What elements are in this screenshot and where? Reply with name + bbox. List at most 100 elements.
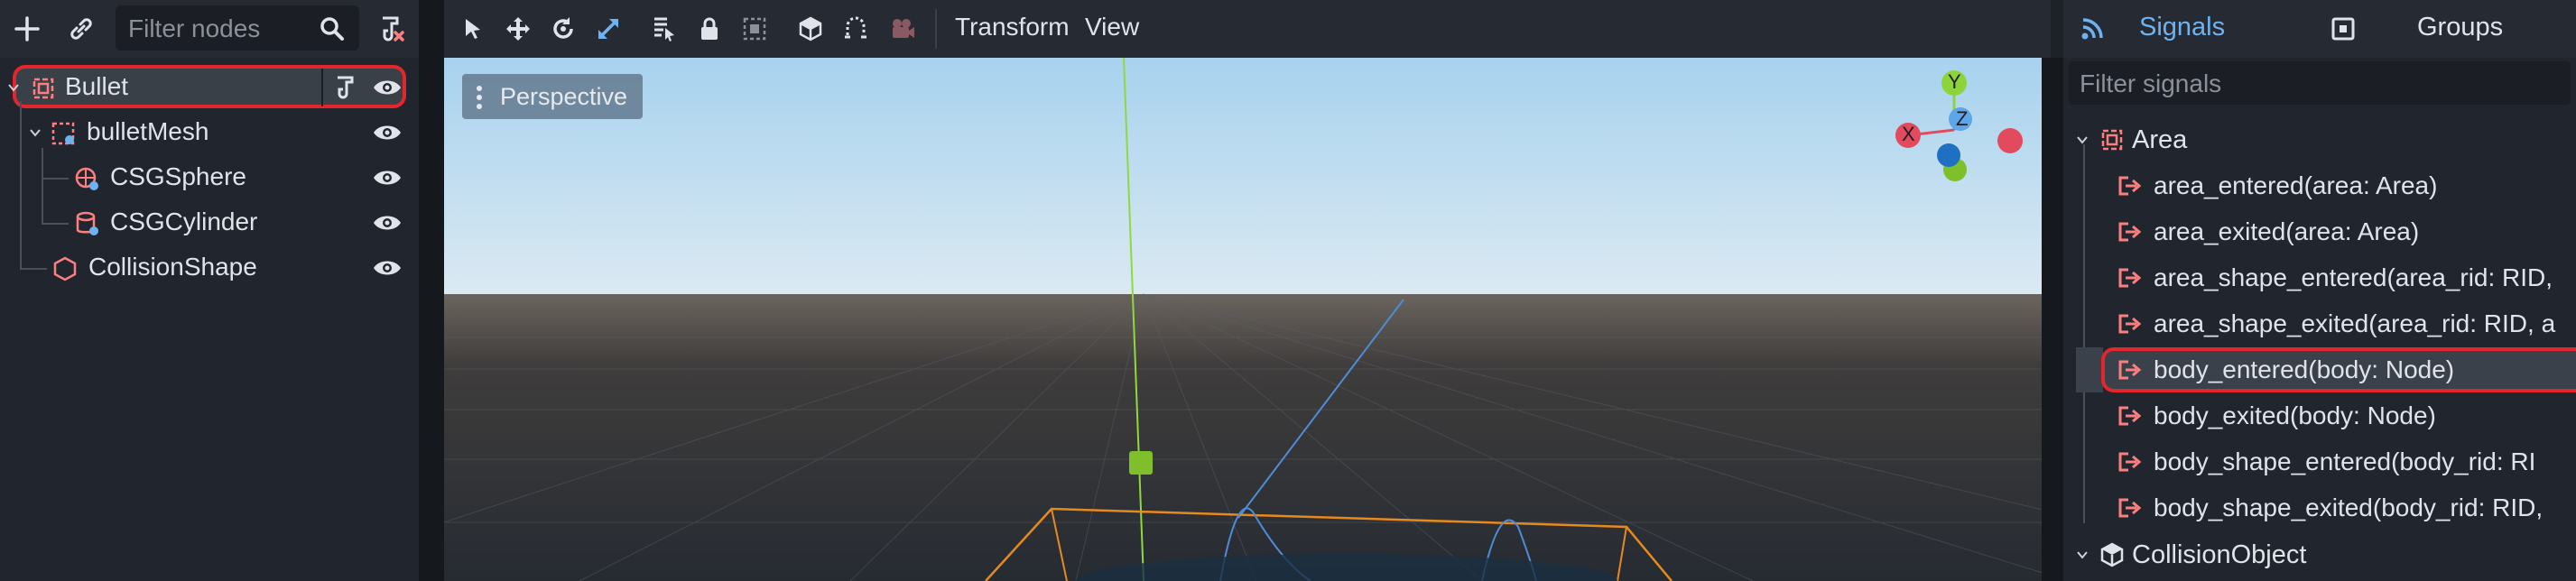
transform-menu[interactable]: Transform <box>955 13 1070 42</box>
signal-item[interactable]: area_shape_exited(area_rid: RID, a <box>2063 301 2576 346</box>
chevron-down-icon <box>2077 551 2088 559</box>
tree-guide-line <box>42 179 43 224</box>
tab-signals[interactable]: Signals <box>2139 13 2225 42</box>
node-dock-tabs: Signals Groups <box>2063 0 2576 58</box>
link-icon <box>70 18 92 40</box>
list-select-icon <box>654 17 674 42</box>
signal-icon <box>2118 222 2142 242</box>
cursor-arrow-icon <box>466 19 480 39</box>
lock-button[interactable] <box>690 9 729 49</box>
signal-label: body_exited(body: Node) <box>2154 401 2436 429</box>
node-dock: Signals Groups Area area_entered(area: A… <box>2063 0 2576 581</box>
signal-item[interactable]: body_shape_exited(body_rid: RID, <box>2063 485 2576 530</box>
scene-panel: Bullet bulletMesh CSGSphere CSGCylinder <box>0 0 419 581</box>
signal-group-area[interactable]: Area <box>2063 117 2576 162</box>
cube-icon <box>799 16 822 42</box>
filter-signals-field[interactable] <box>2069 61 2571 106</box>
add-node-button[interactable] <box>5 7 49 51</box>
tree-guide-line <box>42 178 69 180</box>
visibility-eye-icon[interactable] <box>372 121 403 144</box>
script-icon[interactable] <box>330 74 357 101</box>
3d-viewport[interactable]: Perspective Y Z X <box>444 58 2042 581</box>
search-icon <box>320 17 344 41</box>
local-space-button[interactable] <box>791 9 830 49</box>
script-add-icon <box>383 16 404 42</box>
rotate-mode-button[interactable] <box>543 9 583 49</box>
tree-guide-line <box>42 148 43 179</box>
attach-script-button[interactable] <box>370 7 413 51</box>
signal-icon <box>2118 360 2142 380</box>
tree-item-label: CSGCylinder <box>110 208 258 235</box>
snap-button[interactable] <box>836 9 876 49</box>
chevron-down-icon[interactable] <box>29 126 42 139</box>
panel-splitter[interactable] <box>2042 58 2063 581</box>
filter-signals-input[interactable] <box>2078 61 2533 106</box>
tree-item-bulletmesh[interactable]: bulletMesh <box>0 103 419 155</box>
groups-icon <box>2331 17 2355 41</box>
signal-item-selected[interactable]: body_entered(body: Node) <box>2063 347 2576 392</box>
view-menu[interactable]: View <box>1085 13 1139 42</box>
signal-item[interactable]: area_entered(area: Area) <box>2063 163 2576 208</box>
signal-group-label: CollisionObject <box>2132 540 2307 569</box>
tree-guide-line <box>20 101 22 269</box>
list-select-button[interactable] <box>644 9 684 49</box>
camera-icon <box>893 19 914 38</box>
group-icon <box>743 17 766 41</box>
tree-item-label: CSGSphere <box>110 162 246 190</box>
divider <box>321 69 323 106</box>
select-mode-button[interactable] <box>453 9 493 49</box>
signal-icon <box>2118 176 2142 196</box>
y-gizmo-handle[interactable] <box>1129 451 1153 475</box>
signal-label: body_shape_exited(body_rid: RID, <box>2154 493 2544 521</box>
instance-scene-button[interactable] <box>60 7 103 51</box>
perspective-label: Perspective <box>500 83 628 110</box>
tree-guide-line <box>20 268 47 270</box>
tree-guide-line <box>42 223 69 225</box>
filter-nodes-input[interactable] <box>126 5 310 52</box>
tree-item-label: CollisionShape <box>88 253 257 281</box>
signal-group-collisionobject[interactable]: CollisionObject <box>2063 532 2576 577</box>
splitter-cap <box>2051 0 2063 58</box>
visibility-eye-icon[interactable] <box>372 76 403 99</box>
sky <box>444 58 2042 294</box>
tree-item-csgsphere[interactable]: CSGSphere <box>0 148 419 200</box>
filter-nodes-field[interactable] <box>116 5 359 52</box>
signal-item[interactable]: body_exited(body: Node) <box>2063 393 2576 438</box>
gizmo-x-label: X <box>1902 123 1915 145</box>
panel-splitter[interactable] <box>419 0 444 581</box>
gizmo-y-label: Y <box>1948 70 1961 93</box>
signal-wave-icon <box>2081 18 2103 40</box>
snap-magnet-icon <box>845 16 866 39</box>
signal-icon <box>2118 498 2142 518</box>
plus-icon <box>14 16 40 42</box>
viewport-toolbar: Transform View <box>444 0 2051 58</box>
tree-item-label: bulletMesh <box>87 117 209 145</box>
tree-item-bullet[interactable]: Bullet <box>0 65 419 110</box>
rotate-icon <box>553 17 573 39</box>
signal-item[interactable]: area_exited(area: Area) <box>2063 209 2576 254</box>
orientation-gizmo[interactable]: Y Z X <box>1888 65 2024 182</box>
chevron-down-icon <box>2077 136 2088 144</box>
signal-item[interactable]: body_shape_entered(body_rid: RI <box>2063 439 2576 484</box>
signal-label: body_entered(body: Node) <box>2154 355 2455 383</box>
group-button[interactable] <box>735 9 774 49</box>
visibility-eye-icon[interactable] <box>372 166 403 189</box>
signal-label: area_shape_exited(area_rid: RID, a <box>2154 309 2556 337</box>
scale-mode-button[interactable] <box>588 9 628 49</box>
signal-label: area_shape_entered(area_rid: RID, <box>2154 263 2553 291</box>
perspective-menu-button[interactable]: Perspective <box>462 74 643 119</box>
visibility-eye-icon[interactable] <box>372 256 403 280</box>
signal-label: area_entered(area: Area) <box>2154 171 2438 199</box>
tree-item-collisionshape[interactable]: CollisionShape <box>0 101 419 290</box>
chevron-down-icon[interactable] <box>7 81 20 94</box>
visibility-eye-icon[interactable] <box>372 211 403 235</box>
signal-label: area_exited(area: Area) <box>2154 217 2420 245</box>
signal-icon <box>2118 314 2142 334</box>
tree-item-csgcylinder[interactable]: CSGCylinder <box>0 179 419 245</box>
camera-button[interactable] <box>883 9 922 49</box>
tab-groups[interactable]: Groups <box>2417 13 2503 42</box>
csg-cylinder-icon <box>76 211 98 235</box>
signal-item[interactable]: area_shape_entered(area_rid: RID, <box>2063 255 2576 300</box>
move-mode-button[interactable] <box>498 9 538 49</box>
signal-label: body_shape_entered(body_rid: RI <box>2154 447 2536 475</box>
